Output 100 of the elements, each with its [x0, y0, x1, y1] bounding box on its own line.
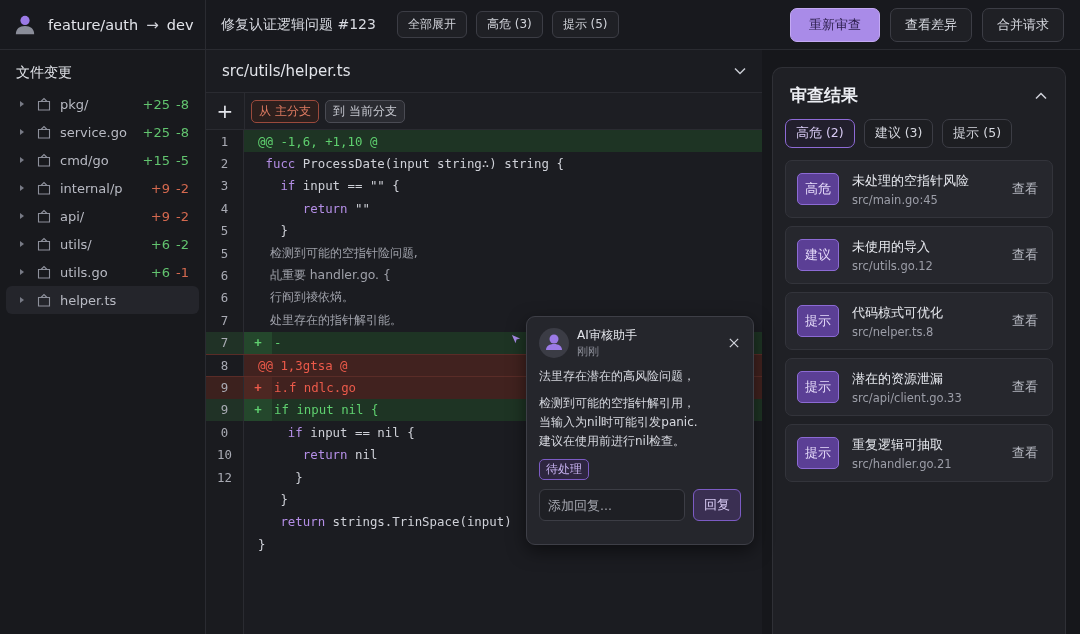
finding-title: 重复逻辑可抽取: [852, 435, 944, 454]
diff-sign: +: [254, 402, 262, 418]
additions-count: +9: [150, 208, 171, 224]
target-branch: dev: [166, 16, 194, 33]
line-number: 4: [220, 200, 229, 216]
severity-badge: 提示: [797, 371, 839, 403]
reply-field[interactable]: 添加回复...: [539, 489, 685, 521]
filter-tab[interactable]: 高危 (2): [785, 119, 855, 148]
file-path: src/utils/helper.ts: [222, 62, 351, 80]
file-tree-item[interactable]: service.go +25 -8: [6, 118, 199, 146]
folder-icon: [36, 292, 52, 308]
file-tree-item[interactable]: utils/ +6 -2: [6, 230, 199, 258]
view-link[interactable]: 查看: [1012, 246, 1038, 264]
finding-title: 代码椋式可优化: [852, 303, 944, 322]
code-line: i.f ndlc.go: [273, 380, 357, 396]
code-line: if input == "" {: [279, 178, 400, 194]
severity-badge: 提示: [797, 437, 839, 469]
close-icon[interactable]: [729, 338, 739, 348]
additions-count: +25: [142, 124, 171, 140]
deletions-count: -1: [176, 264, 189, 280]
finding-title: 潜在的资源泄漏: [852, 369, 944, 388]
line-number: 0: [220, 424, 229, 440]
code-line: }: [279, 223, 288, 239]
finding-location: src/nelper.ts.8: [852, 324, 935, 339]
file-tree-item[interactable]: helper.ts: [6, 286, 199, 314]
source-branch-tag: 从 主分支: [251, 99, 319, 123]
comment-text: 建议在使用前进行nil检查。: [539, 433, 686, 450]
add-button[interactable]: +: [212, 99, 238, 123]
chevron-down-icon[interactable]: [734, 67, 746, 75]
file-tree-item[interactable]: pkg/ +25 -8: [6, 90, 199, 118]
folder-icon: [36, 124, 52, 140]
line-number: 7: [220, 335, 229, 351]
line-number: 5: [220, 245, 229, 261]
file-tree-item[interactable]: utils.go +6 -1: [6, 258, 199, 286]
code-line: }: [257, 536, 266, 552]
folder-icon: [36, 236, 52, 252]
folder-icon: [36, 180, 52, 196]
code-line: fucc ProcessDate(input string∴) string {: [264, 156, 564, 172]
additions-count: +6: [150, 264, 171, 280]
diff-sign: +: [254, 380, 262, 396]
panel-title: 审查结果: [790, 84, 858, 107]
finding-location: src/utils.go.12: [852, 258, 934, 273]
filter-button[interactable]: 全部展开: [396, 11, 467, 38]
code-line: @@ -1,6, +1,10 @: [257, 133, 378, 149]
finding-title: 未使用的导入: [852, 237, 931, 256]
folder-icon: [36, 152, 52, 168]
code-line: @@ 1,3gtsa @: [257, 358, 348, 374]
finding-title: 未处理的空指针风险: [852, 171, 970, 190]
code-line: 行阎到祾依焫。: [268, 289, 354, 307]
comment-text: 当输入为nil时可能引发panic.: [539, 414, 698, 431]
deletions-count: -2: [176, 236, 189, 252]
code-line: return nil: [301, 447, 378, 463]
additions-count: +15: [142, 152, 171, 168]
finding-card[interactable]: 提示 代码椋式可优化 src/nelper.ts.8 查看: [785, 292, 1053, 350]
line-number: 9: [220, 380, 229, 396]
code-line: 处里存在的指针解引能。: [268, 311, 402, 329]
finding-card[interactable]: 高危 未处理的空指针风险 src/main.go:45 查看: [785, 160, 1053, 218]
additions-count: +6: [150, 236, 171, 252]
filter-tab[interactable]: 建议 (3): [863, 119, 934, 148]
code-line: if input nil {: [273, 402, 379, 418]
pull-request-title: 修复认证逻辑问题 #123: [221, 15, 376, 34]
line-number: 6: [220, 290, 229, 306]
finding-location: src/main.go:45: [852, 192, 939, 207]
deletions-count: -2: [176, 180, 189, 196]
additions-count: +25: [142, 96, 171, 112]
code-line: return strings.TrinSpace(input): [279, 514, 512, 530]
view-link[interactable]: 查看: [1012, 180, 1038, 198]
view-link[interactable]: 查看: [1012, 378, 1038, 396]
line-number: 6: [220, 268, 229, 284]
code-line: }: [294, 469, 303, 485]
action-button[interactable]: 查看差异: [890, 7, 972, 42]
line-number: 8: [220, 358, 229, 374]
code-line: return "": [301, 200, 370, 216]
code-line: 检测到可能的空指针险问题,: [268, 244, 418, 262]
comment-author: AI审核助手: [577, 327, 638, 344]
view-link[interactable]: 查看: [1012, 444, 1038, 462]
finding-card[interactable]: 提示 重复逻辑可抽取 src/handler.go.21 查看: [785, 424, 1053, 482]
finding-card[interactable]: 建议 未使用的导入 src/utils.go.12 查看: [785, 226, 1053, 284]
action-button[interactable]: 合并请求: [982, 7, 1064, 42]
source-branch: feature/auth: [48, 16, 139, 33]
code-line: }: [279, 491, 288, 507]
code-line: if input == nil {: [286, 424, 415, 440]
filter-tab[interactable]: 提示 (5): [942, 119, 1013, 148]
filter-button[interactable]: 高危 (3): [475, 11, 543, 38]
finding-card[interactable]: 提示 潜在的资源泄漏 src/api/client.go.33 查看: [785, 358, 1053, 416]
view-link[interactable]: 查看: [1012, 312, 1038, 330]
collapse-icon[interactable]: [1035, 91, 1047, 100]
status-tag: 待处理: [539, 459, 589, 480]
sidebar-title: 文件变更: [15, 64, 73, 82]
deletions-count: -2: [176, 208, 189, 224]
file-tree-item[interactable]: cmd/go +15 -5: [6, 146, 199, 174]
folder-icon: [36, 96, 52, 112]
reply-button[interactable]: 回复: [693, 489, 741, 521]
line-number: 10: [217, 447, 232, 463]
comment-text: 检测到可能的空指针解引用，: [539, 395, 695, 412]
file-tree-item[interactable]: api/ +9 -2: [6, 202, 199, 230]
additions-count: +9: [150, 180, 171, 196]
primary-button[interactable]: 重新审查: [790, 7, 880, 42]
filter-button[interactable]: 提示 (5): [551, 11, 619, 38]
file-tree-item[interactable]: internal/p +9 -2: [6, 174, 199, 202]
